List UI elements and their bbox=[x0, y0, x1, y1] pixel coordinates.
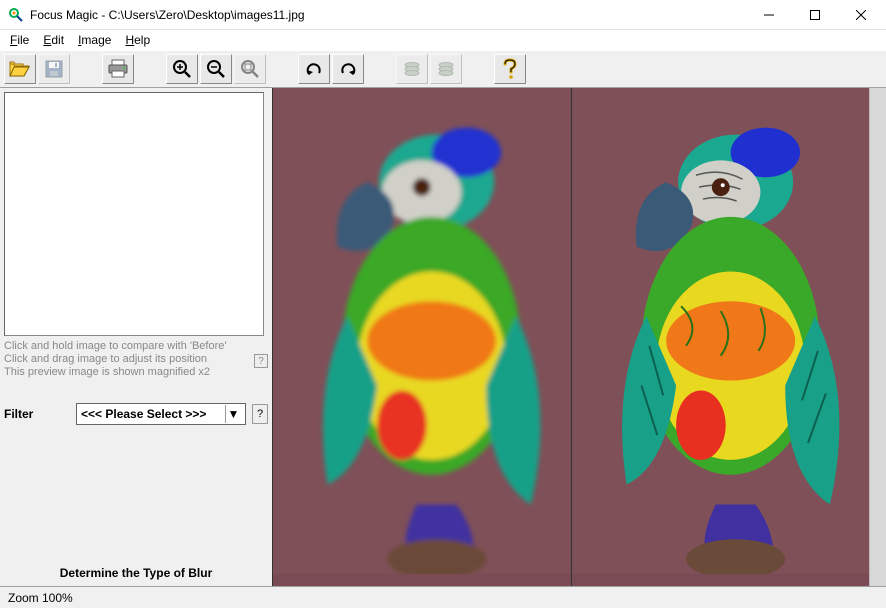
hint-line-1: Click and hold image to compare with 'Be… bbox=[4, 340, 250, 353]
filter-select[interactable]: <<< Please Select >>> ▼ bbox=[76, 403, 246, 425]
toolbar bbox=[0, 50, 886, 88]
hint-help-button[interactable]: ? bbox=[254, 354, 268, 368]
menubar: File Edit Image Help bbox=[0, 30, 886, 50]
layers-1-button bbox=[396, 54, 428, 84]
after-image-pane[interactable] bbox=[571, 88, 870, 586]
statusbar: Zoom 100% bbox=[0, 586, 886, 608]
hint-line-2: Click and drag image to adjust its posit… bbox=[4, 353, 250, 366]
window-title: Focus Magic - C:\Users\Zero\Desktop\imag… bbox=[30, 8, 746, 22]
open-button[interactable] bbox=[4, 54, 36, 84]
preview-box[interactable] bbox=[4, 92, 264, 336]
menu-file[interactable]: File bbox=[4, 31, 35, 49]
redo-button[interactable] bbox=[332, 54, 364, 84]
zoom-status: Zoom 100% bbox=[8, 591, 73, 605]
maximize-button[interactable] bbox=[792, 0, 838, 29]
determine-blur-label: Determine the Type of Blur bbox=[4, 566, 268, 582]
dropdown-arrow-icon: ▼ bbox=[225, 405, 241, 423]
menu-edit[interactable]: Edit bbox=[37, 31, 70, 49]
save-button bbox=[38, 54, 70, 84]
filter-label: Filter bbox=[4, 407, 70, 421]
layers-2-button bbox=[430, 54, 462, 84]
zoom-in-button[interactable] bbox=[166, 54, 198, 84]
sidebar: Click and hold image to compare with 'Be… bbox=[0, 88, 272, 586]
undo-button[interactable] bbox=[298, 54, 330, 84]
image-comparison bbox=[272, 88, 886, 586]
vertical-scrollbar[interactable] bbox=[869, 88, 886, 586]
minimize-button[interactable] bbox=[746, 0, 792, 29]
app-icon bbox=[8, 7, 24, 23]
main-area: Click and hold image to compare with 'Be… bbox=[0, 88, 886, 586]
before-image-pane[interactable] bbox=[272, 88, 571, 586]
zoom-fit-button bbox=[234, 54, 266, 84]
filter-row: Filter <<< Please Select >>> ▼ ? bbox=[4, 403, 268, 425]
preview-hints: Click and hold image to compare with 'Be… bbox=[4, 340, 268, 379]
titlebar: Focus Magic - C:\Users\Zero\Desktop\imag… bbox=[0, 0, 886, 30]
hint-line-3: This preview image is shown magnified x2 bbox=[4, 366, 250, 379]
print-button[interactable] bbox=[102, 54, 134, 84]
zoom-out-button[interactable] bbox=[200, 54, 232, 84]
menu-help[interactable]: Help bbox=[119, 31, 156, 49]
filter-value: <<< Please Select >>> bbox=[81, 407, 206, 421]
close-button[interactable] bbox=[838, 0, 884, 29]
menu-image[interactable]: Image bbox=[72, 31, 117, 49]
help-button[interactable] bbox=[494, 54, 526, 84]
filter-help-button[interactable]: ? bbox=[252, 404, 268, 424]
